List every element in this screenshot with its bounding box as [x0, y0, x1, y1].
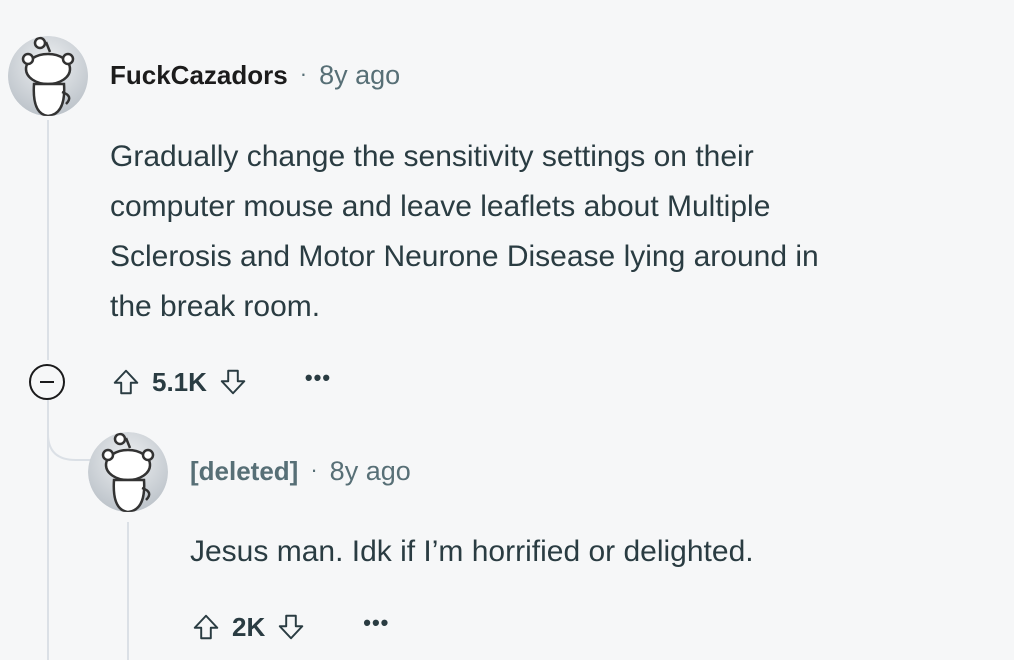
vote-score: 5.1K [152, 366, 207, 397]
avatar[interactable] [88, 432, 168, 512]
timestamp[interactable]: 8y ago [330, 456, 411, 487]
comment-meta: [deleted] · 8y ago [190, 456, 411, 487]
snoo-avatar-icon [88, 432, 168, 512]
comment-body: Gradually change the sensitivity setting… [110, 132, 819, 332]
more-options-icon[interactable]: ••• [363, 610, 389, 636]
comment-body-line: Gradually change the sensitivity setting… [110, 140, 754, 173]
comment-meta: FuckCazadors · 8y ago [110, 60, 400, 91]
comment-actions: 2K ••• [186, 607, 389, 647]
downvote-arrow-icon [279, 614, 304, 640]
author-name[interactable]: FuckCazadors [110, 60, 288, 91]
upvote-arrow-icon [113, 369, 139, 395]
comment-body-line: computer mouse and leave leaflets about … [110, 190, 771, 223]
downvote-button[interactable] [271, 607, 311, 647]
collapse-thread-button[interactable] [29, 364, 65, 400]
author-name: [deleted] [190, 456, 299, 486]
thread-line [47, 120, 49, 360]
avatar[interactable] [8, 36, 88, 116]
more-options-icon[interactable]: ••• [305, 365, 331, 391]
separator: · [310, 457, 318, 482]
comment-actions: 5.1K ••• [106, 362, 331, 402]
upvote-arrow-icon [193, 614, 219, 640]
downvote-arrow-icon [220, 369, 246, 395]
upvote-button[interactable] [106, 362, 146, 402]
downvote-button[interactable] [213, 362, 253, 402]
separator: · [299, 61, 308, 86]
comment-body-line: Sclerosis and Motor Neurone Disease lyin… [110, 240, 819, 273]
upvote-button[interactable] [186, 607, 226, 647]
comment-body-line: the break room. [110, 290, 321, 323]
minus-icon [40, 380, 54, 384]
thread-line [127, 522, 129, 660]
comment-body: Jesus man. Idk if I’m horrified or delig… [190, 527, 754, 577]
snoo-avatar-icon [8, 36, 88, 116]
timestamp[interactable]: 8y ago [319, 60, 400, 91]
comment-body-line: Jesus man. Idk if I’m horrified or delig… [190, 535, 754, 568]
vote-score: 2K [232, 611, 266, 642]
